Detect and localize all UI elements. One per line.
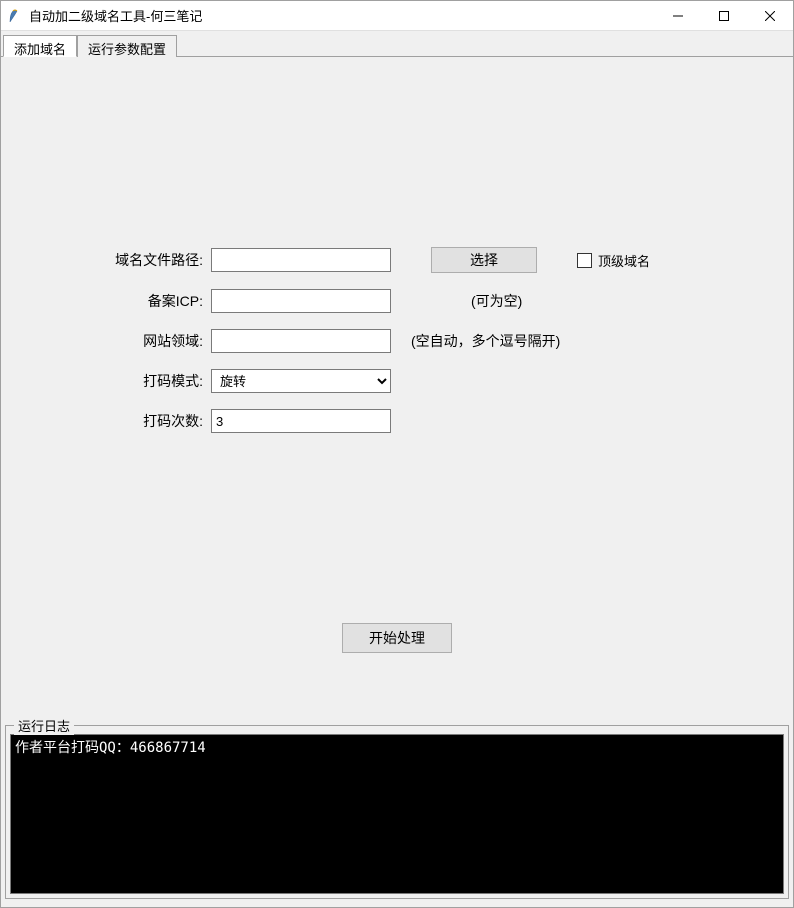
window-title: 自动加二级域名工具-何三笔记 xyxy=(29,6,655,25)
label-site-field: 网站领域: xyxy=(96,331,211,351)
main-window: 自动加二级域名工具-何三笔记 添加域名 运行参数配置 域名文件路径: 选择 xyxy=(0,0,794,908)
row-domain-file-path: 域名文件路径: 选择 顶级域名 xyxy=(1,247,793,273)
log-section: 运行日志 作者平台打码QQ：466867714 xyxy=(5,725,789,899)
checkbox-top-domain[interactable]: 顶级域名 xyxy=(577,251,650,270)
checkbox-box-icon[interactable] xyxy=(577,253,592,268)
checkbox-label-top-domain: 顶级域名 xyxy=(598,251,650,270)
row-icp: 备案ICP: (可为空) xyxy=(1,289,793,313)
log-section-label: 运行日志 xyxy=(14,716,74,735)
content-area: 域名文件路径: 选择 顶级域名 备案ICP: (可为空) 网站领域: (空自动，… xyxy=(1,57,793,907)
window-controls xyxy=(655,1,793,30)
input-icp[interactable] xyxy=(211,289,391,313)
hint-icp: (可为空) xyxy=(471,291,522,311)
app-icon xyxy=(7,8,23,24)
label-icp: 备案ICP: xyxy=(96,291,211,311)
select-button[interactable]: 选择 xyxy=(431,247,537,273)
start-button[interactable]: 开始处理 xyxy=(342,623,452,653)
row-site-field: 网站领域: (空自动，多个逗号隔开) xyxy=(1,329,793,353)
log-output[interactable]: 作者平台打码QQ：466867714 xyxy=(10,734,784,894)
input-domain-file-path[interactable] xyxy=(211,248,391,272)
titlebar: 自动加二级域名工具-何三笔记 xyxy=(1,1,793,31)
label-domain-file-path: 域名文件路径: xyxy=(96,250,211,270)
select-code-mode[interactable]: 旋转 xyxy=(211,369,391,393)
form-panel: 域名文件路径: 选择 顶级域名 备案ICP: (可为空) 网站领域: (空自动，… xyxy=(1,57,793,723)
hint-site-field: (空自动，多个逗号隔开) xyxy=(411,331,560,351)
label-code-times: 打码次数: xyxy=(96,411,211,431)
input-code-times[interactable] xyxy=(211,409,391,433)
minimize-button[interactable] xyxy=(655,1,701,30)
maximize-button[interactable] xyxy=(701,1,747,30)
row-code-mode: 打码模式: 旋转 xyxy=(1,369,793,393)
start-row: 开始处理 xyxy=(1,623,793,653)
tab-run-config[interactable]: 运行参数配置 xyxy=(77,35,177,57)
tab-add-domain[interactable]: 添加域名 xyxy=(3,35,77,57)
label-code-mode: 打码模式: xyxy=(96,371,211,391)
tab-bar: 添加域名 运行参数配置 xyxy=(1,31,793,57)
row-code-times: 打码次数: xyxy=(1,409,793,433)
input-site-field[interactable] xyxy=(211,329,391,353)
close-button[interactable] xyxy=(747,1,793,30)
